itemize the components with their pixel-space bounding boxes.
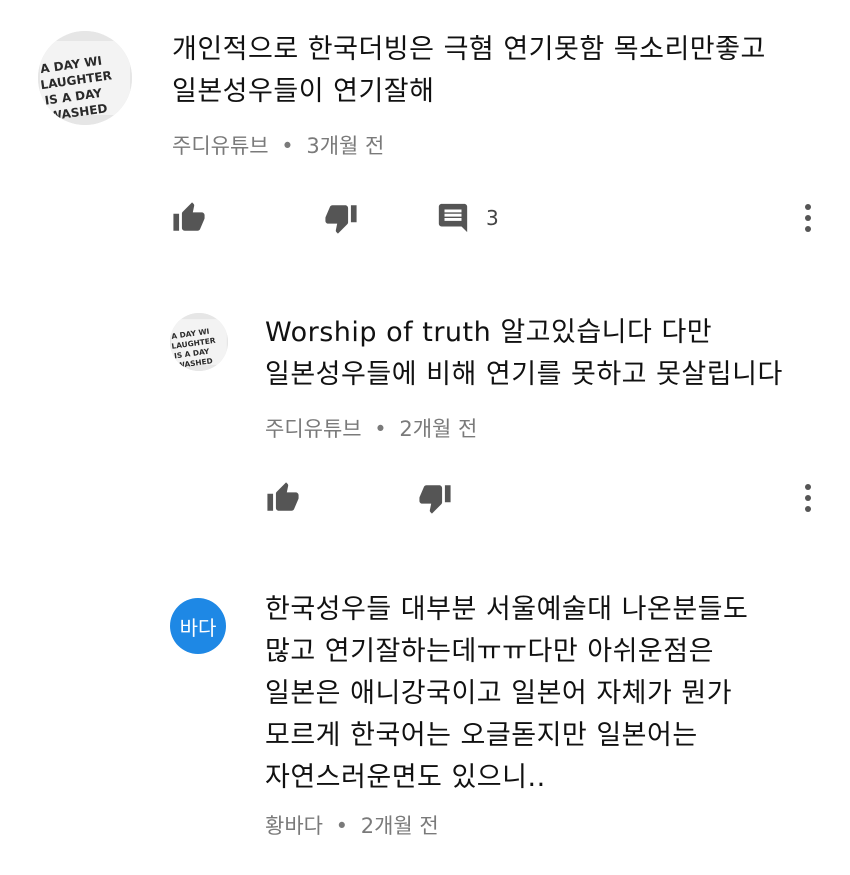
comment-text-line: 일본성우들이 연기잘해 [172, 76, 435, 107]
thumbs-down-icon [419, 485, 451, 514]
comment-meta: 황바다 • 2개월 전 [265, 810, 439, 840]
comment-text: Worship of truth 알고있습니다 다만 일본성우들에 비해 연기를… [265, 312, 783, 396]
comment-text: 한국성우들 대부분 서울예술대 나온분들도 많고 연기잘하는데ㅠㅠ다만 아쉬운점… [265, 589, 748, 799]
thumbs-up-icon [173, 202, 205, 231]
avatar-photo-image: A DAY WI LAUGHTER IS A DAY WASHED [38, 31, 132, 125]
comment-text-line: 자연스러운면도 있으니.. [265, 762, 546, 793]
comment-text-line: 일본은 애니강국이고 일본어 자체가 뭔가 [265, 678, 733, 709]
avatar-photo-image: A DAY WI LAUGHTER IS A DAY WASHED [170, 313, 228, 371]
dislike-button[interactable] [416, 476, 454, 520]
comment-text-line: 모르게 한국어는 오글돋지만 일본어는 [265, 720, 698, 751]
meta-separator: • [335, 814, 349, 838]
dislike-button[interactable] [322, 196, 360, 240]
author-name[interactable]: 주디유튜브 [172, 134, 269, 158]
like-button[interactable] [170, 196, 208, 240]
comment-text-line: 일본성우들에 비해 연기를 못하고 못살립니다 [265, 359, 783, 390]
comment-time: 2개월 전 [399, 417, 478, 441]
more-vertical-icon [805, 506, 811, 512]
meta-separator: • [374, 417, 387, 441]
author-name[interactable]: 주디유튜브 [265, 417, 362, 441]
comment-meta: 주디유튜브 • 2개월 전 [265, 413, 477, 443]
user-avatar[interactable]: 바다 [170, 598, 226, 654]
reply-button[interactable]: 3 [436, 196, 499, 240]
user-avatar[interactable]: A DAY WI LAUGHTER IS A DAY WASHED [38, 31, 132, 125]
meta-separator: • [281, 134, 294, 158]
author-name[interactable]: 황바다 [265, 814, 323, 838]
user-avatar[interactable]: A DAY WI LAUGHTER IS A DAY WASHED [170, 313, 228, 371]
avatar-initial-label: 바다 [179, 615, 217, 640]
comment-time: 3개월 전 [306, 134, 385, 158]
more-vertical-icon [805, 484, 811, 490]
more-options-button[interactable] [798, 196, 818, 240]
comment-text-line: 많고 연기잘하는데ㅠㅠ다만 아쉬운점은 [265, 636, 714, 667]
comment-time: 2개월 전 [360, 814, 439, 838]
like-button[interactable] [264, 476, 302, 520]
thumbs-down-icon [325, 205, 357, 234]
more-vertical-icon [805, 204, 811, 210]
comment-actions [264, 476, 830, 520]
comment-text-line: Worship of truth 알고있습니다 다만 [265, 317, 713, 348]
more-vertical-icon [805, 215, 811, 221]
comment-text-line: 개인적으로 한국더빙은 극혐 연기못함 목소리만좋고 [172, 34, 766, 65]
comment-actions: 3 [170, 196, 830, 240]
more-vertical-icon [805, 226, 811, 232]
thumbs-up-icon [267, 482, 299, 511]
more-vertical-icon [805, 495, 811, 501]
comment-text-line: 한국성우들 대부분 서울예술대 나온분들도 [265, 594, 749, 625]
comment-text: 개인적으로 한국더빙은 극혐 연기못함 목소리만좋고 일본성우들이 연기잘해 [172, 29, 766, 113]
more-options-button[interactable] [798, 476, 818, 520]
comment-meta: 주디유튜브 • 3개월 전 [172, 130, 384, 160]
comment-icon [438, 203, 468, 233]
reply-count: 3 [486, 206, 499, 230]
